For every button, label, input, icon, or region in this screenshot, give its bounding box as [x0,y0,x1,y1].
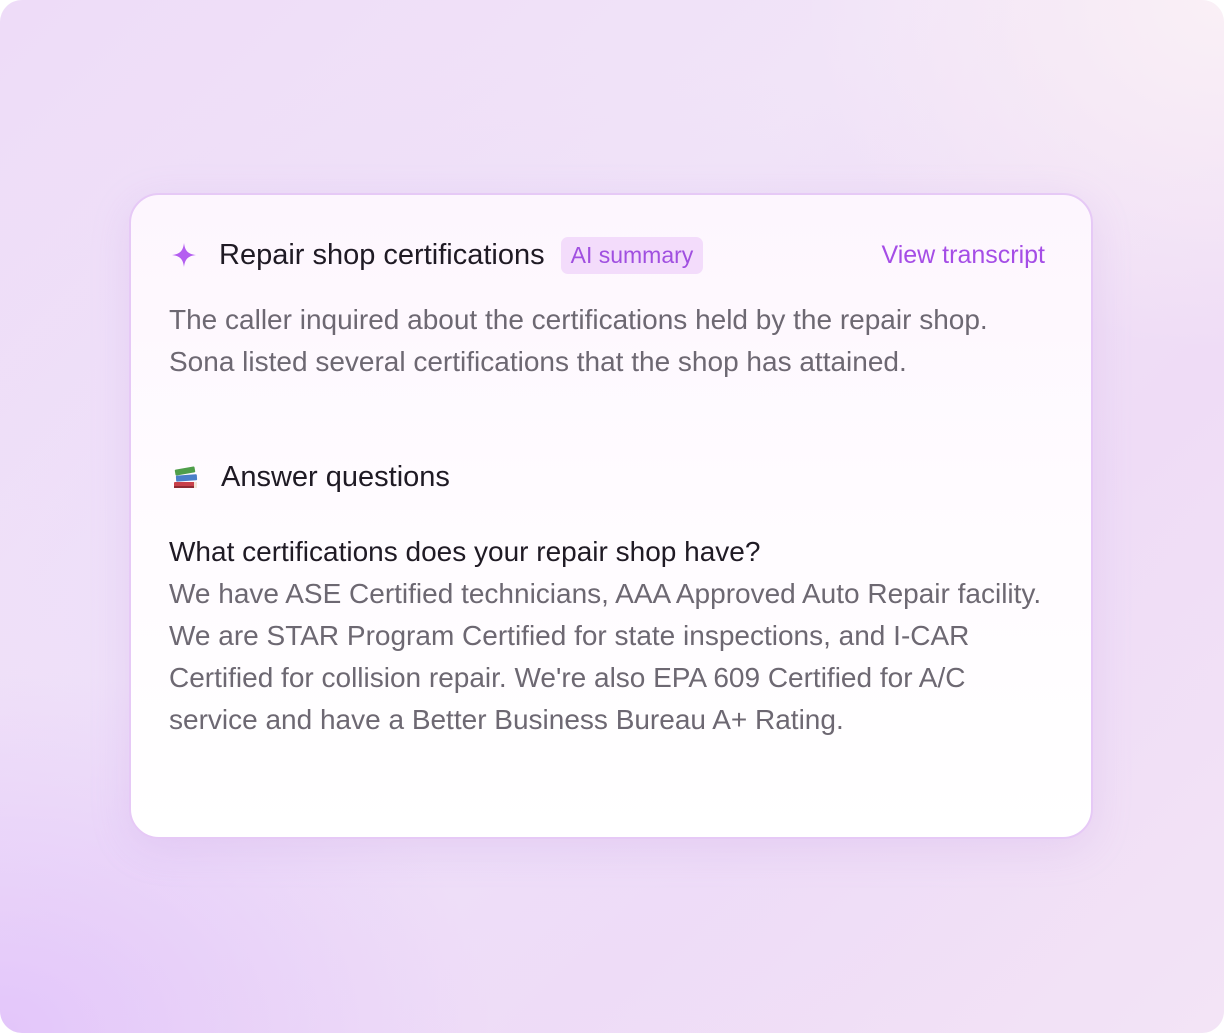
question-text: What certifications does your repair sho… [169,536,761,567]
card-header: Repair shop certifications AI summary Vi… [171,235,1045,275]
ai-summary-badge: AI summary [560,236,704,274]
sparkle-icon [171,242,197,268]
view-transcript-link[interactable]: View transcript [882,241,1046,270]
qa-block: What certifications does your repair sho… [169,531,1049,741]
answer-text: We have ASE Certified technicians, AAA A… [169,578,1042,735]
section-title: Answer questions [221,460,450,493]
ai-summary-card: Repair shop certifications AI summary Vi… [129,193,1093,839]
summary-text: The caller inquired about the certificat… [169,304,988,377]
background-stage: Repair shop certifications AI summary Vi… [0,0,1224,1033]
books-icon [171,462,201,492]
card-title: Repair shop certifications [219,238,545,271]
answer-questions-section-header: Answer questions [171,457,450,497]
